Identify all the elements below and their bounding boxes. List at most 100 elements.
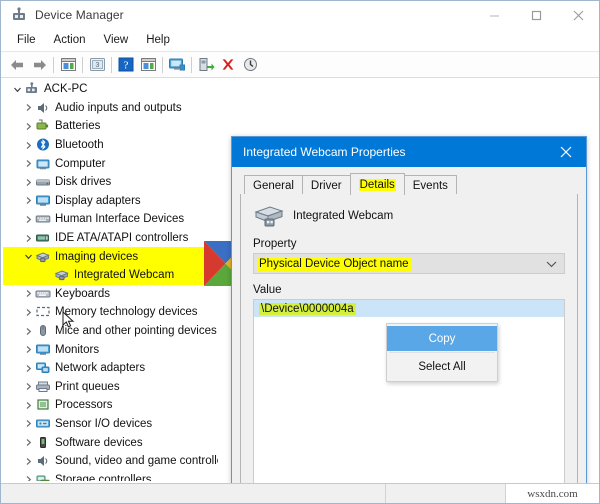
tree-item-software-devices[interactable]: Software devices	[3, 433, 218, 452]
tab-driver[interactable]: Driver	[302, 175, 351, 195]
keyboard-icon	[35, 286, 52, 302]
tree-item-processors[interactable]: Processors	[3, 396, 218, 415]
svg-text:3: 3	[95, 62, 99, 69]
minimize-button[interactable]	[473, 1, 515, 29]
tree-root-ack-pc[interactable]: ACK-PC	[3, 80, 218, 99]
device-tree[interactable]: ACK-PC Audio inputs and outputsBatteries…	[3, 80, 218, 481]
close-button[interactable]	[557, 1, 599, 29]
tree-item-memory-technology-devices[interactable]: Memory technology devices	[3, 303, 218, 322]
chevron-right-icon[interactable]	[22, 345, 35, 354]
chevron-right-icon[interactable]	[22, 382, 35, 391]
dialog-close-button[interactable]	[546, 137, 586, 167]
tree-item-imaging-devices[interactable]: Imaging devices	[3, 247, 218, 266]
chevron-right-icon[interactable]	[22, 159, 35, 168]
chevron-right-icon[interactable]	[22, 289, 35, 298]
tree-item-label: Sensor I/O devices	[55, 418, 152, 430]
context-menu-item-copy[interactable]: Copy	[387, 326, 497, 351]
speaker-icon	[35, 100, 52, 116]
tree-item-audio-inputs-and-outputs[interactable]: Audio inputs and outputs	[3, 99, 218, 118]
tree-item-computer[interactable]: Computer	[3, 154, 218, 173]
tree-item-disk-drives[interactable]: Disk drives	[3, 173, 218, 192]
property-label: Property	[253, 238, 577, 250]
tree-root-label: ACK-PC	[44, 83, 87, 95]
menu-file[interactable]: File	[8, 30, 45, 51]
tree-item-display-adapters[interactable]: Display adapters	[3, 192, 218, 211]
chevron-down-icon[interactable]	[22, 252, 35, 261]
chevron-right-icon[interactable]	[22, 419, 35, 428]
tree-item-integrated-webcam[interactable]: Integrated Webcam	[3, 266, 218, 285]
update-driver-icon[interactable]	[137, 54, 159, 76]
mouse-cursor	[62, 311, 75, 329]
context-menu-item-select-all[interactable]: Select All	[387, 354, 497, 379]
chevron-down-icon[interactable]	[11, 85, 24, 94]
imaging-icon	[54, 267, 71, 283]
help-icon[interactable]: ?	[115, 54, 137, 76]
tree-item-label: Memory technology devices	[55, 306, 198, 318]
chevron-right-icon[interactable]	[22, 438, 35, 447]
tab-details[interactable]: Details	[350, 173, 405, 195]
hid-icon	[35, 211, 52, 227]
back-icon[interactable]	[6, 54, 28, 76]
tab-events[interactable]: Events	[404, 175, 457, 195]
processor-icon	[35, 397, 52, 413]
properties-dialog: Integrated Webcam Properties General Dri…	[231, 136, 587, 483]
chevron-right-icon[interactable]	[22, 234, 35, 243]
value-row[interactable]: \Device\0000004a	[254, 300, 564, 317]
toolbar: 3 ?	[1, 52, 599, 78]
tree-item-human-interface-devices[interactable]: Human Interface Devices	[3, 210, 218, 229]
enable-device-icon[interactable]	[195, 54, 217, 76]
menu-action[interactable]: Action	[45, 30, 95, 51]
tab-general-label: General	[253, 180, 294, 192]
tree-item-bluetooth[interactable]: Bluetooth	[3, 136, 218, 155]
tree-item-label: Display adapters	[55, 195, 141, 207]
tree-item-label: Computer	[55, 158, 106, 170]
uninstall-device-icon[interactable]	[217, 54, 239, 76]
tree-item-network-adapters[interactable]: Network adapters	[3, 359, 218, 378]
tree-item-storage-controllers[interactable]: Storage controllers	[3, 470, 218, 481]
forward-icon[interactable]	[28, 54, 50, 76]
properties-icon[interactable]	[57, 54, 79, 76]
tree-item-batteries[interactable]: Batteries	[3, 117, 218, 136]
menu-view[interactable]: View	[95, 30, 138, 51]
property-dropdown[interactable]: Physical Device Object name	[253, 253, 565, 274]
chevron-right-icon[interactable]	[22, 475, 35, 481]
monitor-icon[interactable]	[166, 54, 188, 76]
chevron-right-icon[interactable]	[22, 364, 35, 373]
disable-device-icon[interactable]	[239, 54, 261, 76]
chevron-down-icon[interactable]	[546, 254, 557, 273]
details-panel: Integrated Webcam Property Physical Devi…	[240, 194, 578, 483]
chevron-right-icon[interactable]	[22, 401, 35, 410]
chevron-right-icon[interactable]	[22, 196, 35, 205]
tree-item-keyboards[interactable]: Keyboards	[3, 285, 218, 304]
tree-item-print-queues[interactable]: Print queues	[3, 378, 218, 397]
tree-item-mice-and-other-pointing-devices[interactable]: Mice and other pointing devices	[3, 322, 218, 341]
tab-general[interactable]: General	[244, 175, 303, 195]
tree-item-sound-video-and-game-controllers[interactable]: Sound, video and game controllers	[3, 452, 218, 471]
chevron-right-icon[interactable]	[22, 308, 35, 317]
printer-icon	[35, 379, 52, 395]
toolbar-separator	[191, 57, 192, 73]
tree-item-ide-ata-atapi-controllers[interactable]: IDE ATA/ATAPI controllers	[3, 229, 218, 248]
computer-icon	[35, 156, 52, 172]
menu-help[interactable]: Help	[137, 30, 179, 51]
window-controls	[473, 1, 599, 29]
context-menu: Copy Select All	[386, 323, 498, 382]
tree-item-label: Print queues	[55, 381, 120, 393]
tree-item-monitors[interactable]: Monitors	[3, 340, 218, 359]
toolbar-separator	[111, 57, 112, 73]
chevron-right-icon[interactable]	[22, 457, 35, 466]
chevron-right-icon[interactable]	[22, 141, 35, 150]
maximize-button[interactable]	[515, 1, 557, 29]
chevron-right-icon[interactable]	[22, 122, 35, 131]
tree-item-label: IDE ATA/ATAPI controllers	[55, 232, 188, 244]
chevron-right-icon[interactable]	[22, 178, 35, 187]
window-body: ACK-PC Audio inputs and outputsBatteries…	[1, 78, 599, 483]
menu-bar: File Action View Help	[1, 30, 599, 52]
chevron-right-icon[interactable]	[22, 215, 35, 224]
scan-hardware-changes-icon[interactable]: 3	[86, 54, 108, 76]
value-listbox[interactable]: \Device\0000004a Copy Select All	[253, 299, 565, 483]
computer-icon	[24, 81, 41, 97]
chevron-right-icon[interactable]	[22, 103, 35, 112]
tree-item-sensor-i-o-devices[interactable]: Sensor I/O devices	[3, 415, 218, 434]
chevron-right-icon[interactable]	[22, 327, 35, 336]
